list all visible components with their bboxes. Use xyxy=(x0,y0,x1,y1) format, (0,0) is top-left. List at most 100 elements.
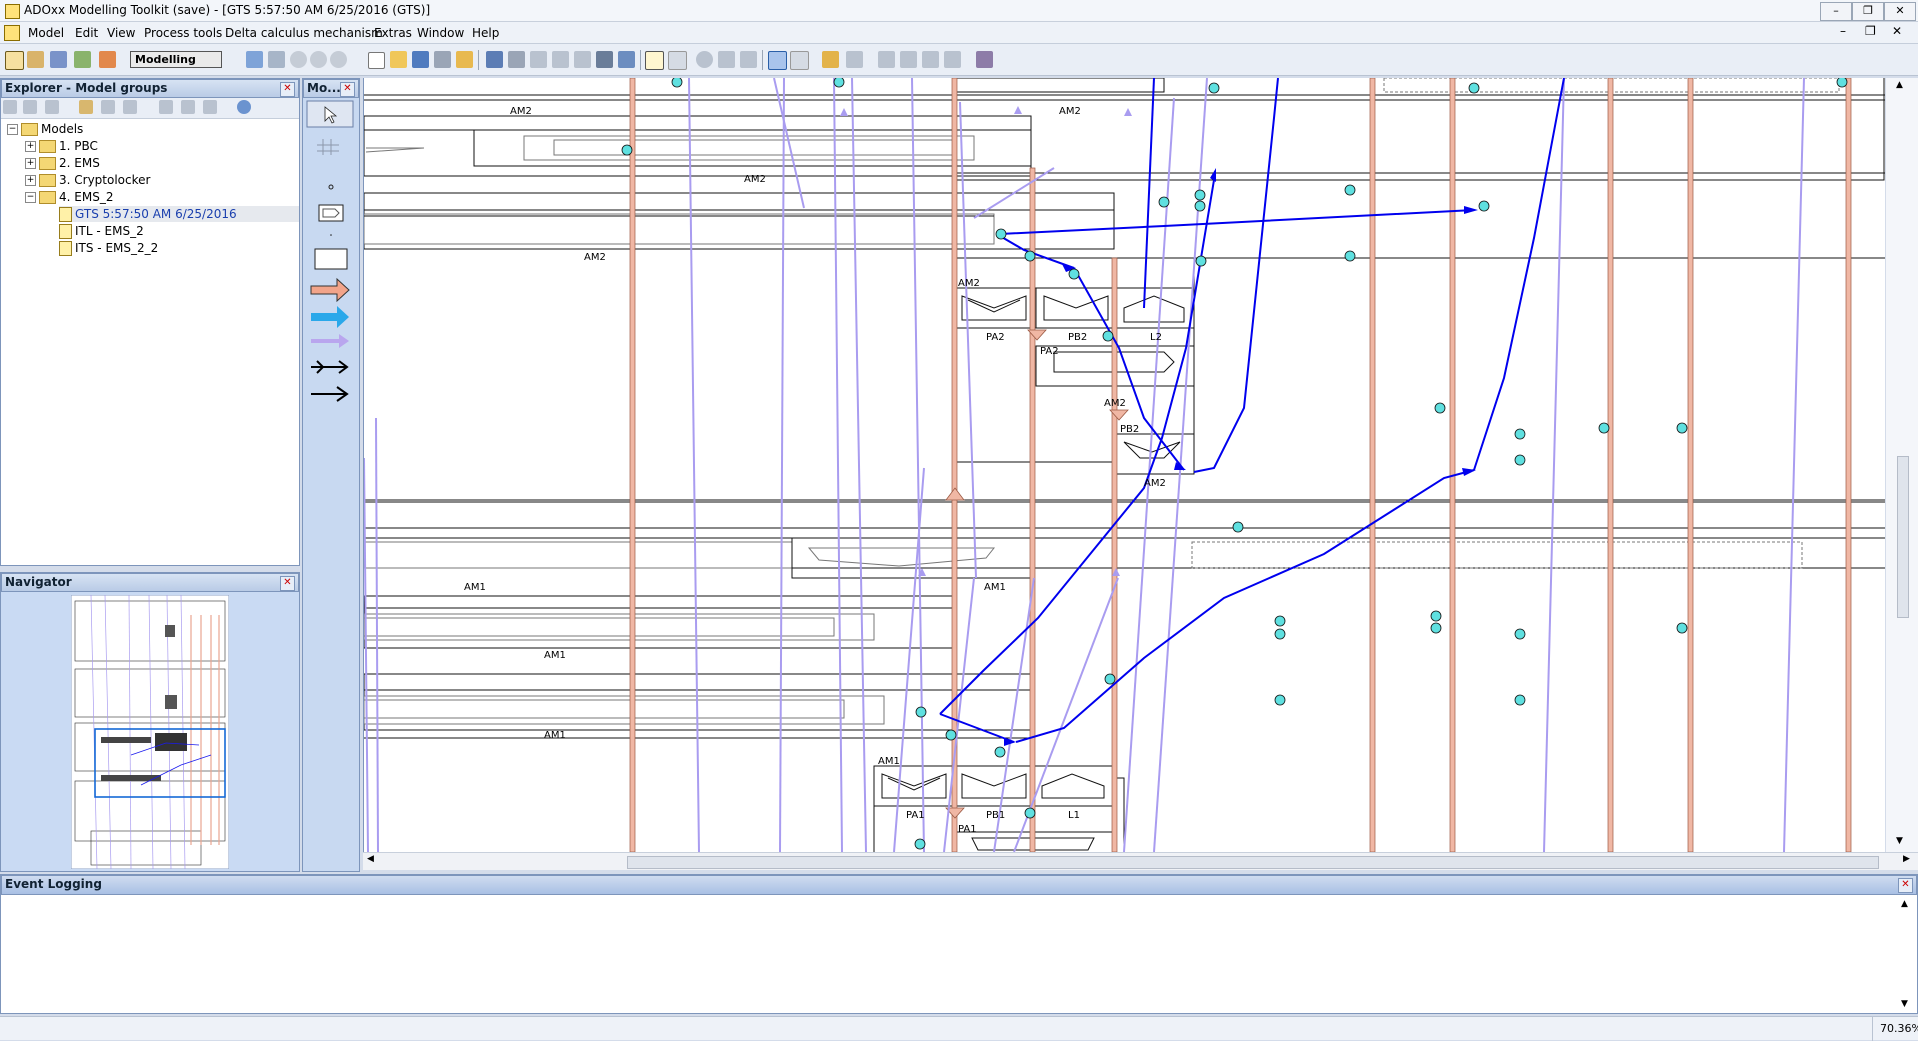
menu-help[interactable]: Help xyxy=(472,26,499,40)
tree-item[interactable]: GTS 5:57:50 AM 6/25/2016 xyxy=(59,206,299,222)
save-icon[interactable] xyxy=(412,51,429,68)
scroll-down-icon[interactable]: ▼ xyxy=(1896,836,1903,846)
salmon-arrow-tool-icon[interactable] xyxy=(310,277,350,303)
mdi-close-icon[interactable]: ✕ xyxy=(1892,24,1902,38)
scroll-right-icon[interactable]: ▶ xyxy=(1903,854,1910,864)
log-scroll-down-icon[interactable]: ▼ xyxy=(1901,999,1908,1009)
undo-icon[interactable] xyxy=(486,51,503,68)
event-logging-close-icon[interactable]: ✕ xyxy=(1898,878,1913,893)
explorer-objects-icon[interactable] xyxy=(23,100,37,114)
node-tool-icon[interactable] xyxy=(328,184,334,190)
connector-icon[interactable] xyxy=(822,51,839,68)
menu-view[interactable]: View xyxy=(107,26,135,40)
mdi-minimize-icon[interactable]: – xyxy=(1840,24,1846,38)
menu-process-tools[interactable]: Process tools xyxy=(144,26,222,40)
explorer-close-icon[interactable]: ✕ xyxy=(280,82,295,97)
explorer-tree-icon[interactable] xyxy=(45,100,59,114)
palette-close-icon[interactable]: ✕ xyxy=(340,82,355,97)
tree-item[interactable]: ITS - EMS_2_2 xyxy=(59,240,158,256)
vertical-scrollbar[interactable]: ▲ ▼ xyxy=(1886,78,1918,852)
find-icon[interactable] xyxy=(596,51,613,68)
copy-icon[interactable] xyxy=(552,51,569,68)
maximize-button[interactable]: ❐ xyxy=(1852,2,1884,21)
explorer-models-icon[interactable] xyxy=(3,100,17,114)
explorer-new-icon[interactable] xyxy=(79,100,93,114)
grid-snap-icon[interactable] xyxy=(768,51,787,70)
properties-icon[interactable] xyxy=(618,51,635,68)
horizontal-scroll-thumb[interactable] xyxy=(627,856,1879,869)
expand-icon[interactable]: + xyxy=(25,175,36,186)
rectilinear-icon[interactable] xyxy=(846,51,863,68)
collapse-icon[interactable]: − xyxy=(7,124,18,135)
close-button[interactable]: ✕ xyxy=(1884,2,1916,21)
back-icon[interactable] xyxy=(290,51,307,68)
modelling-icon[interactable] xyxy=(5,51,24,70)
doc-icon[interactable] xyxy=(4,25,20,41)
cyan-arrow-tool-icon[interactable] xyxy=(311,306,349,328)
swimlane-tool-icon[interactable] xyxy=(317,139,339,155)
expand-icon[interactable]: + xyxy=(25,141,36,152)
tree-item[interactable]: − Models xyxy=(7,121,83,137)
vertical-scroll-thumb[interactable] xyxy=(1897,456,1909,618)
connection-nodes[interactable] xyxy=(621,78,1885,850)
print-icon[interactable] xyxy=(434,51,451,68)
menu-window[interactable]: Window xyxy=(417,26,464,40)
explorer-copy-icon[interactable] xyxy=(101,100,115,114)
thin-arrow-tool-icon[interactable] xyxy=(311,386,349,402)
grid-icon[interactable] xyxy=(790,51,809,70)
table-view-icon[interactable] xyxy=(668,51,687,70)
collapse-icon[interactable]: − xyxy=(25,192,36,203)
distribute-icon[interactable] xyxy=(944,51,961,68)
tree-item[interactable]: ITL - EMS_2 xyxy=(59,223,144,239)
mdi-restore-icon[interactable]: ❐ xyxy=(1865,24,1876,38)
analysis-icon[interactable] xyxy=(27,51,44,68)
lavender-arrow-tool-icon[interactable] xyxy=(311,334,349,348)
wizard-icon[interactable] xyxy=(976,51,993,68)
redo-icon[interactable] xyxy=(508,51,525,68)
expand-icon[interactable]: + xyxy=(25,158,36,169)
menu-extras[interactable]: Extras xyxy=(374,26,412,40)
menu-model[interactable]: Model xyxy=(28,26,64,40)
explorer-collapse-icon[interactable] xyxy=(181,100,195,114)
zoom-out-icon[interactable] xyxy=(740,51,757,68)
log-scroll-up-icon[interactable]: ▲ xyxy=(1901,899,1908,909)
tree-item[interactable]: − 4. EMS_2 xyxy=(25,189,113,205)
align-right-icon[interactable] xyxy=(922,51,939,68)
simulation-icon[interactable] xyxy=(50,51,67,68)
model-list-icon[interactable] xyxy=(268,51,285,68)
scroll-up-icon[interactable]: ▲ xyxy=(1896,80,1903,90)
forward-icon[interactable] xyxy=(310,51,327,68)
explorer-sort-icon[interactable] xyxy=(203,100,217,114)
align-center-icon[interactable] xyxy=(900,51,917,68)
model-canvas[interactable]: AM2 AM2 AM2 AM2 AM2 PA2 PB2 L2 PA2 AM2 P… xyxy=(363,78,1885,852)
mode-combo[interactable]: Modelling xyxy=(130,51,222,68)
minimize-button[interactable]: – xyxy=(1820,2,1852,21)
explorer-expand-icon[interactable] xyxy=(159,100,173,114)
tree-item[interactable]: +2. EMS xyxy=(25,155,100,171)
process-tool-icon[interactable] xyxy=(318,204,344,222)
export-icon[interactable] xyxy=(456,51,473,68)
explorer-help-icon[interactable] xyxy=(237,100,251,114)
navigator-thumbnail[interactable] xyxy=(71,595,229,869)
home-icon[interactable] xyxy=(246,51,263,68)
import-export-icon[interactable] xyxy=(99,51,116,68)
container-tool-icon[interactable] xyxy=(314,248,348,270)
navigator-close-icon[interactable]: ✕ xyxy=(280,576,295,591)
scroll-left-icon[interactable]: ◀ xyxy=(367,854,374,864)
open-icon[interactable] xyxy=(390,51,407,68)
black-arrow-tool-icon[interactable] xyxy=(311,360,349,374)
tree-item[interactable]: +3. Cryptolocker xyxy=(25,172,150,188)
graphical-view-icon[interactable] xyxy=(645,51,664,70)
menu-edit[interactable]: Edit xyxy=(75,26,98,40)
tree-item[interactable]: +1. PBC xyxy=(25,138,98,154)
horizontal-scrollbar[interactable]: ◀ ▶ xyxy=(363,852,1918,870)
paste-icon[interactable] xyxy=(574,51,591,68)
refresh-icon[interactable] xyxy=(330,51,347,68)
zoom-in-icon[interactable] xyxy=(718,51,735,68)
explorer-refresh-icon[interactable] xyxy=(123,100,137,114)
pointer-tool[interactable] xyxy=(306,100,354,128)
evaluation-icon[interactable] xyxy=(74,51,91,68)
cut-icon[interactable] xyxy=(530,51,547,68)
menu-delta-calculus[interactable]: Delta calculus mechanism xyxy=(225,26,383,40)
zoom-icon[interactable] xyxy=(696,51,713,68)
